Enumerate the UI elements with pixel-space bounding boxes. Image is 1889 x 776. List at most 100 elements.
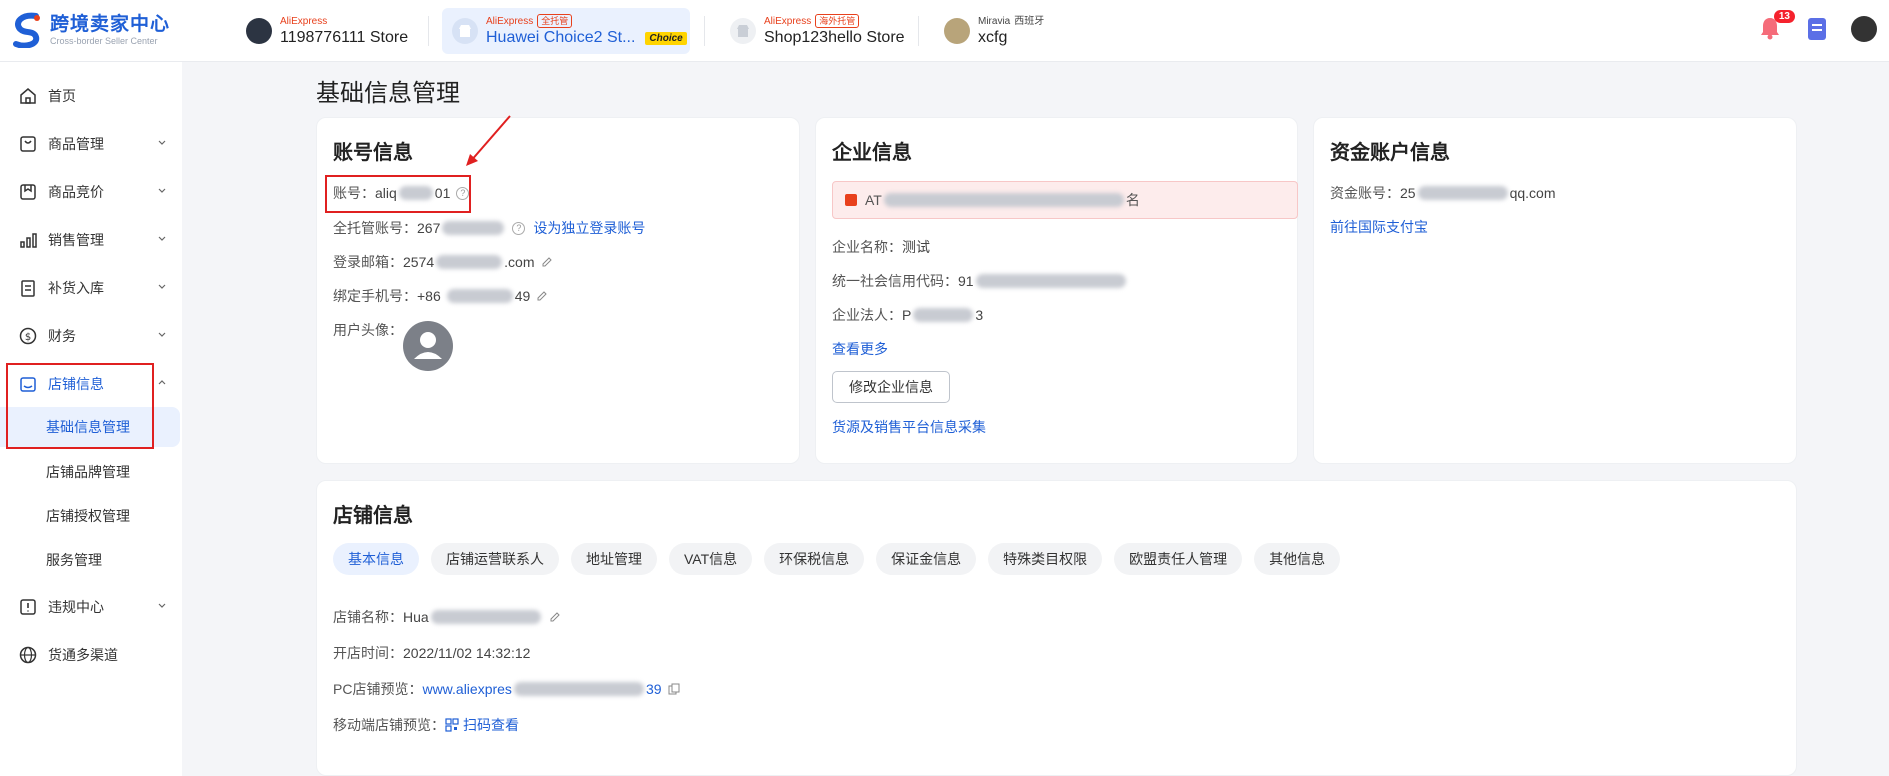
legal-rep-value-suffix: 3 bbox=[975, 307, 984, 323]
product-icon bbox=[20, 136, 36, 152]
copy-icon[interactable] bbox=[668, 683, 680, 695]
store-switch-4[interactable]: Miravia 西班牙 xcfg bbox=[934, 8, 1054, 54]
tab-operation-contact[interactable]: 店铺运营联系人 bbox=[431, 543, 559, 575]
managed-account-value: 267 bbox=[417, 220, 441, 236]
scan-view-link[interactable]: 扫码查看 bbox=[463, 715, 519, 735]
store-avatar bbox=[246, 18, 272, 44]
store-info-card: 店铺信息 基本信息 店铺运营联系人 地址管理 VAT信息 环保税信息 保证金信息… bbox=[316, 480, 1797, 776]
chevron-down-icon bbox=[158, 236, 166, 241]
store-avatar bbox=[944, 18, 970, 44]
avatar-label: 用户头像： bbox=[333, 322, 403, 338]
logo[interactable]: 跨境卖家中心 Cross-border Seller Center bbox=[10, 12, 170, 48]
sidebar-item-label: 补货入库 bbox=[48, 280, 104, 296]
home-icon bbox=[20, 88, 36, 104]
tab-vat[interactable]: VAT信息 bbox=[669, 543, 753, 575]
credit-code-label: 统一社会信用代码： bbox=[832, 273, 958, 289]
alert-icon bbox=[20, 599, 36, 615]
edit-icon[interactable] bbox=[541, 256, 553, 268]
fund-account-row: 资金账号： 25 qq.com bbox=[1330, 183, 1556, 203]
sidebar-item-label: 商品竞价 bbox=[48, 184, 104, 200]
chart-icon bbox=[20, 233, 37, 248]
sidebar-subitem-label: 店铺授权管理 bbox=[46, 508, 130, 524]
fund-account-value-suffix: qq.com bbox=[1509, 185, 1556, 201]
company-name-value: 测试 bbox=[902, 239, 930, 255]
company-info-card: 企业信息 AT 名 企业名称： 测试 统一社会信用代码： 91 企业法人： P … bbox=[815, 117, 1298, 464]
chevron-down-icon bbox=[158, 332, 166, 337]
edit-company-button[interactable]: 修改企业信息 bbox=[832, 371, 950, 403]
mobile-preview-label: 移动端店铺预览： bbox=[333, 717, 445, 733]
store-tag: 海外托管 bbox=[815, 14, 860, 28]
sidebar-subitem-label: 服务管理 bbox=[46, 552, 102, 568]
top-bar: 跨境卖家中心 Cross-border Seller Center AliExp… bbox=[0, 0, 1889, 62]
sidebar-item-finance[interactable]: $ 财务 bbox=[0, 316, 182, 356]
edit-icon[interactable] bbox=[536, 290, 548, 302]
managed-account-row: 全托管账号： 267 ? 设为独立登录账号 bbox=[333, 218, 645, 238]
edit-icon[interactable] bbox=[549, 611, 561, 623]
open-time-row: 开店时间： 2022/11/02 14:32:12 bbox=[333, 643, 530, 663]
store-switch-3[interactable]: AliExpress 海外托管 Shop123hello Store bbox=[720, 8, 915, 54]
card-title: 资金账户信息 bbox=[1330, 142, 1450, 164]
sidebar-item-multichannel[interactable]: 货通多渠道 bbox=[0, 635, 182, 675]
qr-code-icon[interactable] bbox=[445, 718, 459, 732]
redacted-text bbox=[913, 308, 974, 322]
sidebar-item-violations[interactable]: 违规中心 bbox=[0, 587, 182, 627]
fund-account-label: 资金账号： bbox=[1330, 185, 1400, 201]
store-name: xcfg bbox=[978, 28, 1008, 46]
tab-basic-info[interactable]: 基本信息 bbox=[333, 543, 419, 575]
tab-eu-responsible[interactable]: 欧盟责任人管理 bbox=[1114, 543, 1243, 575]
store-brand: Miravia bbox=[978, 15, 1011, 27]
sidebar-subitem-authorization[interactable]: 店铺授权管理 bbox=[0, 496, 182, 536]
clipboard-icon bbox=[21, 280, 35, 297]
help-icon[interactable]: ? bbox=[512, 221, 526, 235]
sidebar-item-sales[interactable]: 销售管理 bbox=[0, 220, 182, 260]
email-value-prefix: 2574 bbox=[403, 254, 435, 270]
pc-preview-link[interactable]: www.aliexpres bbox=[422, 681, 511, 697]
annotation-arrow-icon bbox=[466, 115, 511, 166]
tab-eco-tax[interactable]: 环保税信息 bbox=[764, 543, 865, 575]
tab-deposit[interactable]: 保证金信息 bbox=[876, 543, 977, 575]
divider bbox=[704, 16, 705, 46]
sidebar-item-bidding[interactable]: 商品竞价 bbox=[0, 172, 182, 212]
warning-text-suffix: 名 bbox=[1125, 192, 1140, 208]
tab-other[interactable]: 其他信息 bbox=[1254, 543, 1341, 575]
tab-special-category[interactable]: 特殊类目权限 bbox=[988, 543, 1103, 575]
notification-bell-icon[interactable]: 13 bbox=[1759, 10, 1795, 42]
store-switch-2[interactable]: AliExpress 全托管 Huawei Choice2 St... Choic… bbox=[442, 8, 690, 54]
view-more-link[interactable]: 查看更多 bbox=[832, 339, 888, 359]
document-icon[interactable] bbox=[1807, 17, 1827, 41]
store-name: Huawei Choice2 St... bbox=[486, 29, 636, 46]
store-name: Shop123hello Store bbox=[764, 29, 905, 46]
redacted-text bbox=[975, 274, 1126, 288]
email-row: 登录邮箱： 2574 .com bbox=[333, 252, 553, 272]
tab-address[interactable]: 地址管理 bbox=[571, 543, 657, 575]
user-avatar[interactable] bbox=[1851, 16, 1877, 42]
pc-preview-label: PC店铺预览： bbox=[333, 681, 423, 697]
fund-account-card: 资金账户信息 资金账号： 25 qq.com 前往国际支付宝 bbox=[1313, 117, 1797, 464]
alipay-link[interactable]: 前往国际支付宝 bbox=[1330, 217, 1428, 237]
store-name-value: Hua bbox=[403, 609, 429, 625]
legal-rep-label: 企业法人： bbox=[832, 307, 902, 323]
scrollbar[interactable] bbox=[1883, 62, 1889, 776]
card-title: 店铺信息 bbox=[333, 505, 413, 527]
store-switch-1[interactable]: AliExpress 1198776111 Store bbox=[236, 8, 418, 54]
sidebar-item-restock[interactable]: 补货入库 bbox=[0, 268, 182, 308]
store-brand: AliExpress bbox=[486, 15, 534, 27]
set-login-account-link[interactable]: 设为独立登录账号 bbox=[533, 218, 645, 238]
redacted-text bbox=[883, 193, 1124, 207]
globe-icon bbox=[19, 646, 37, 664]
svg-text:$: $ bbox=[25, 332, 31, 343]
sidebar-item-label: 首页 bbox=[48, 88, 76, 104]
user-avatar-large[interactable] bbox=[403, 321, 453, 371]
annotation-highlight-sidebar bbox=[6, 363, 154, 449]
pc-preview-link-suffix[interactable]: 39 bbox=[646, 681, 662, 697]
mobile-preview-row: 移动端店铺预览： 扫码查看 bbox=[333, 715, 519, 735]
company-name-label: 企业名称： bbox=[832, 239, 902, 255]
collect-info-link[interactable]: 货源及销售平台信息采集 bbox=[832, 417, 986, 437]
sidebar-subitem-brand[interactable]: 店铺品牌管理 bbox=[0, 452, 182, 492]
sidebar-item-products[interactable]: 商品管理 bbox=[0, 124, 182, 164]
sidebar-subitem-label: 店铺品牌管理 bbox=[46, 464, 130, 480]
bidding-icon bbox=[20, 184, 36, 200]
sidebar-item-home[interactable]: 首页 bbox=[0, 76, 182, 116]
sidebar-item-label: 货通多渠道 bbox=[48, 647, 118, 663]
sidebar-subitem-services[interactable]: 服务管理 bbox=[0, 540, 182, 580]
